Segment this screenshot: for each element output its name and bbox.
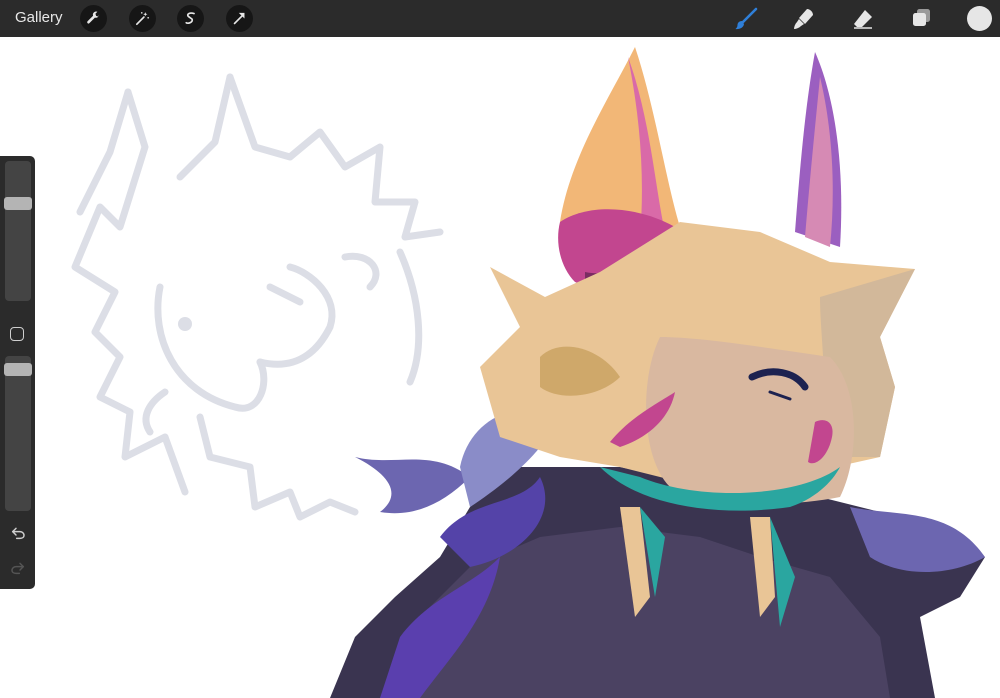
actions-button[interactable] (80, 5, 107, 32)
selection-button[interactable] (177, 5, 204, 32)
wrench-icon (87, 11, 100, 24)
eraser-tool-button[interactable] (850, 6, 876, 32)
eraser-icon (854, 10, 872, 29)
modify-square-icon[interactable] (10, 327, 24, 341)
artwork (71, 47, 985, 698)
smudge-icon (794, 9, 813, 29)
transform-button[interactable] (226, 5, 253, 32)
left-sidebar (0, 156, 35, 589)
adjustments-button[interactable] (129, 5, 156, 32)
gallery-button[interactable]: Gallery (15, 9, 63, 27)
layers-button[interactable] (908, 6, 934, 32)
brush-icon (735, 7, 758, 30)
magic-wand-icon (135, 12, 150, 26)
opacity-thumb[interactable] (4, 363, 32, 376)
brush-size-thumb[interactable] (4, 197, 32, 210)
redo-icon (11, 562, 25, 575)
undo-button[interactable] (6, 523, 30, 543)
top-toolbar: Gallery (0, 0, 1000, 37)
sketch-eye (178, 317, 192, 331)
undo-icon (11, 527, 25, 540)
painted-creature (330, 47, 985, 698)
sketch-creature (71, 73, 444, 521)
drawing-canvas[interactable] (0, 37, 1000, 698)
color-picker-button[interactable] (967, 6, 992, 31)
opacity-slider[interactable] (4, 356, 32, 511)
redo-button[interactable] (6, 558, 30, 578)
brush-tool-button[interactable] (733, 6, 759, 32)
smudge-tool-button[interactable] (791, 6, 817, 32)
layers-icon (913, 9, 930, 26)
selection-icon (185, 12, 195, 25)
brush-size-slider[interactable] (4, 161, 32, 301)
transform-arrow-icon (233, 12, 245, 25)
